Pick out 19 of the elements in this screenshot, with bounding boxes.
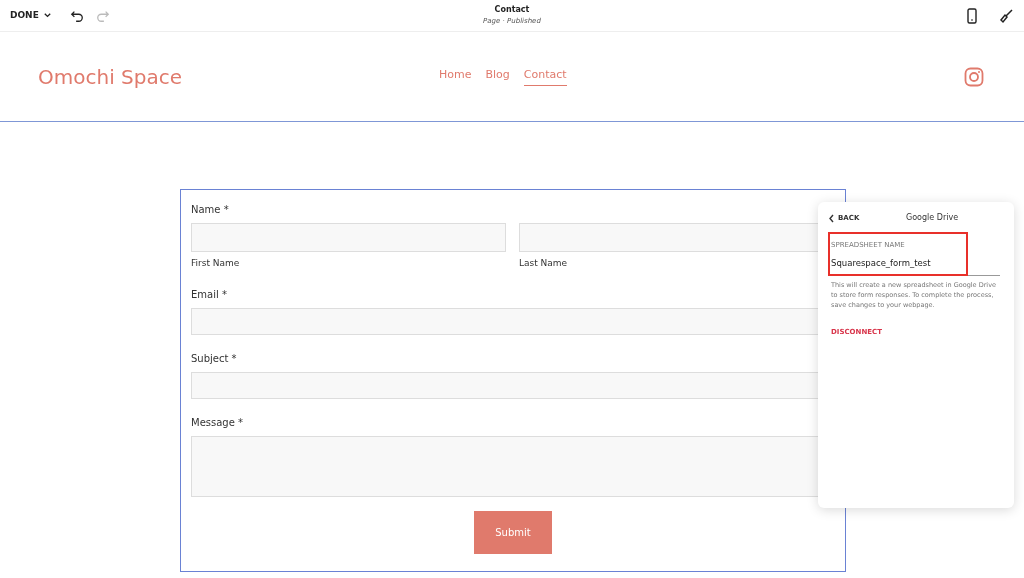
field-sublabel: First Name: [191, 257, 241, 270]
field-label: Subject *: [191, 351, 237, 366]
panel-title: Google Drive: [906, 212, 959, 224]
submit-button[interactable]: Submit: [474, 510, 552, 554]
paintbrush-icon[interactable]: [998, 7, 1014, 24]
mobile-icon[interactable]: [966, 7, 978, 24]
nav-link[interactable]: Blog: [485, 66, 510, 87]
chevron-left-icon: [828, 213, 835, 223]
nav-link[interactable]: Contact: [523, 66, 567, 87]
input-field[interactable]: [191, 223, 506, 252]
done-button[interactable]: DONE: [10, 8, 52, 23]
field-label: Name *: [191, 203, 229, 217]
instagram-icon[interactable]: [964, 66, 984, 87]
site-logo[interactable]: Omochi Space: [38, 61, 182, 92]
nav-link[interactable]: Home: [439, 66, 472, 87]
field-label: Message *: [191, 415, 243, 430]
field-label: Email *: [191, 287, 227, 302]
chevron-down-icon: [42, 11, 52, 20]
page-title: Contact: [494, 4, 530, 16]
